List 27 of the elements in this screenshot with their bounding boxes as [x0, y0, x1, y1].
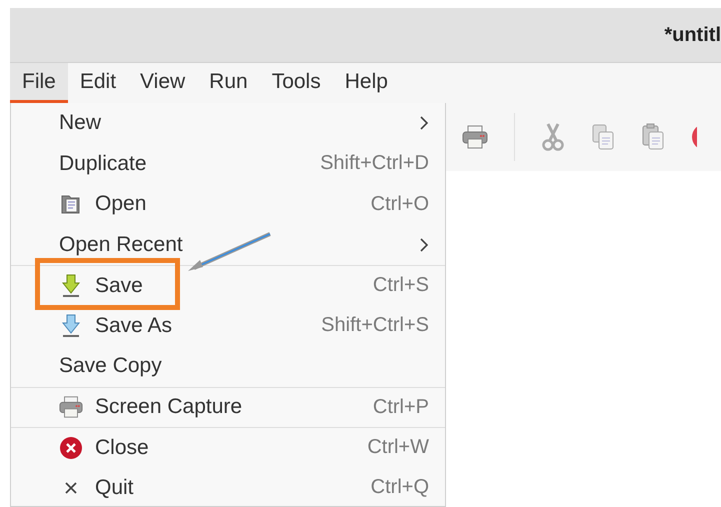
copy-icon[interactable]: [591, 123, 615, 151]
menu-item[interactable]: Save Ctrl+S: [11, 265, 445, 306]
menu-item[interactable]: Save As Shift+Ctrl+S: [11, 306, 445, 346]
close-icon: [59, 436, 83, 460]
printer-icon[interactable]: [59, 395, 83, 420]
menu-bar-item[interactable]: File: [10, 63, 68, 103]
printer-icon[interactable]: [462, 125, 488, 149]
chevron-right-icon: [419, 236, 429, 253]
scissors-icon[interactable]: [541, 122, 565, 152]
menu-item[interactable]: Save Copy: [11, 346, 445, 386]
menu-bar-item[interactable]: Edit: [68, 63, 128, 103]
menu-item[interactable]: Duplicate Shift+Ctrl+D: [11, 144, 445, 184]
window-title: *untitl: [664, 24, 721, 46]
paste-icon[interactable]: [641, 123, 665, 151]
menu-item[interactable]: Screen Capture Ctrl+P: [11, 386, 445, 427]
menu-bar-item[interactable]: Run: [197, 63, 260, 103]
menu-bar-item[interactable]: View: [128, 63, 198, 103]
menu-item[interactable]: Quit Ctrl+Q: [11, 468, 445, 507]
menu-item[interactable]: Open Ctrl+O: [11, 184, 445, 224]
chevron-right-icon: [419, 115, 429, 132]
menu-bar-item[interactable]: Tools: [260, 63, 333, 103]
menu-item[interactable]: Open Recent: [11, 224, 445, 265]
menu-item[interactable]: New: [11, 103, 445, 144]
download-arrow-icon: [59, 314, 83, 338]
menu-item[interactable]: Close Ctrl+W: [11, 427, 445, 468]
download-arrow-icon: [59, 274, 83, 298]
menu-bar-item[interactable]: Help: [332, 63, 400, 103]
